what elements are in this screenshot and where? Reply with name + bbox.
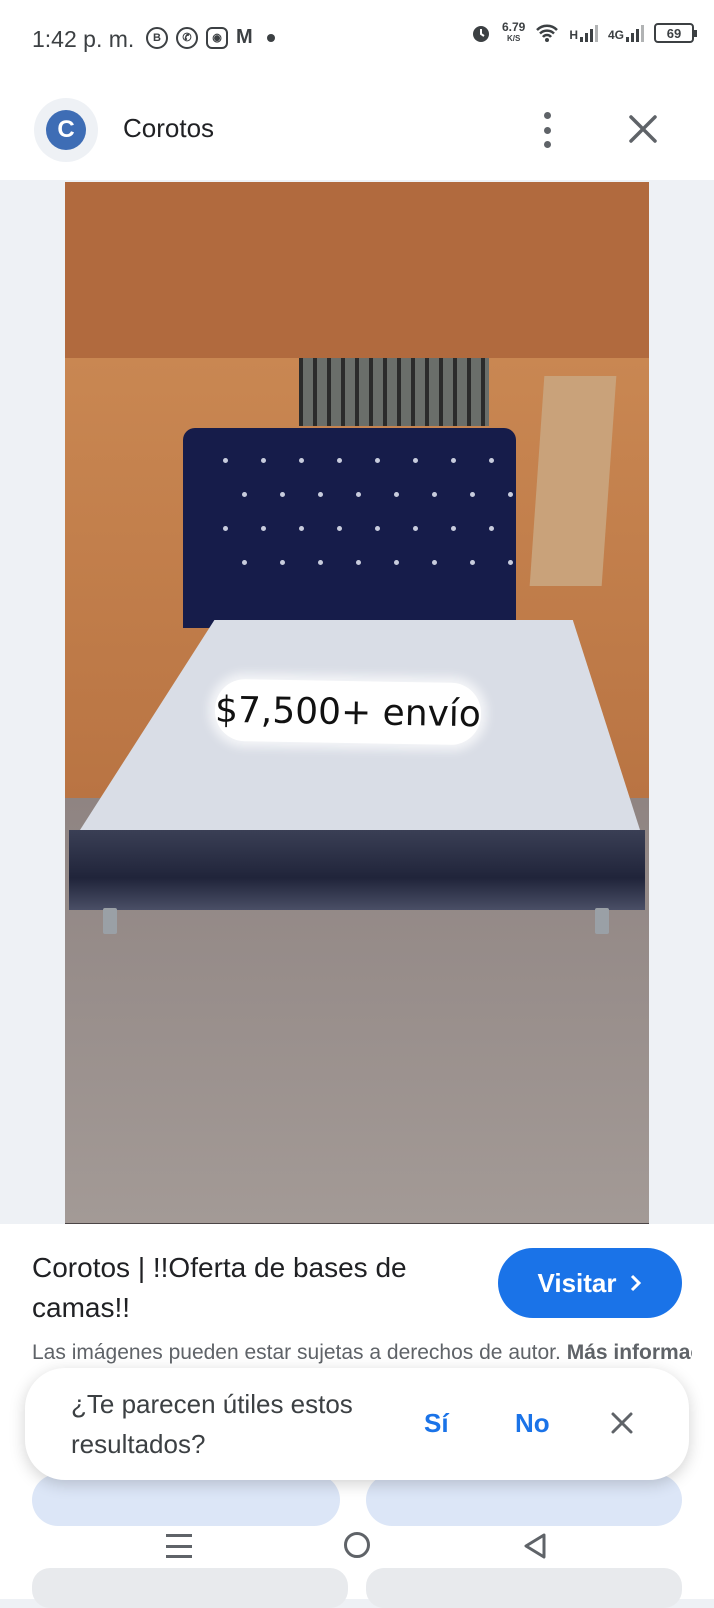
headboard-tuft <box>375 458 380 463</box>
recent-apps-icon[interactable] <box>166 1534 192 1558</box>
more-info-link[interactable]: Más información <box>567 1341 692 1364</box>
headboard-tuft <box>356 560 361 565</box>
result-title[interactable]: Corotos | !!Oferta de bases de camas!! <box>32 1248 452 1328</box>
chevron-right-icon <box>630 1274 641 1292</box>
headboard-tuft <box>489 458 494 463</box>
headboard-tuft <box>470 492 475 497</box>
home-icon[interactable] <box>344 1532 370 1558</box>
feedback-prompt: ¿Te parecen útiles estos resultados? Sí … <box>25 1368 689 1480</box>
b-app-icon: B <box>146 26 168 49</box>
headboard-tuft <box>508 492 513 497</box>
related-chip[interactable] <box>32 1474 340 1526</box>
headboard-tuft <box>280 560 285 565</box>
headboard-tuft <box>413 458 418 463</box>
headboard-tuft <box>261 458 266 463</box>
whatsapp-icon: ✆ <box>176 26 198 49</box>
more-notifications-dot-icon <box>266 33 275 42</box>
headboard-tuft <box>299 458 304 463</box>
system-icons: 6.79 K/S H 4G 69 <box>470 20 697 44</box>
signal-2: 4G <box>608 24 644 42</box>
feedback-question: ¿Te parecen útiles estos resultados? <box>71 1389 353 1459</box>
headboard-tuft <box>242 560 247 565</box>
instagram-icon: ◉ <box>206 26 228 49</box>
headboard-tuft <box>432 560 437 565</box>
headboard-tuft <box>489 526 494 531</box>
headboard <box>183 428 516 628</box>
battery-icon: 69 <box>654 23 697 43</box>
headboard-tuft <box>394 560 399 565</box>
headboard-tuft <box>451 458 456 463</box>
headboard-tuft <box>470 560 475 565</box>
alarm-icon <box>472 26 489 42</box>
image-top-band <box>65 182 649 358</box>
visit-button[interactable]: Visitar <box>498 1248 682 1318</box>
signal-1: H <box>569 24 598 42</box>
headboard-tuft <box>280 492 285 497</box>
feedback-yes-button[interactable]: Sí <box>424 1408 449 1439</box>
signal-bars-icon <box>626 24 644 42</box>
related-chip[interactable] <box>366 1474 682 1526</box>
headboard-tuft <box>223 458 228 463</box>
feedback-no-button[interactable]: No <box>515 1408 550 1439</box>
headboard-tuft <box>375 526 380 531</box>
net-speed: 6.79 K/S <box>501 20 526 43</box>
signal-bars-icon <box>579 24 598 42</box>
headboard-tuft <box>451 526 456 531</box>
headboard-tuft <box>242 492 247 497</box>
site-logo-letter: C <box>46 110 86 150</box>
headboard-tuft <box>261 526 266 531</box>
status-time: 1:42 p. m. <box>32 26 135 52</box>
price-overlay: $7,500+ envío <box>214 678 482 746</box>
visit-button-label: Visitar <box>537 1267 617 1298</box>
headboard-tuft <box>394 492 399 497</box>
status-bar: 1:42 p. m. B ✆ ◉ M 6.79 K/S H 4G 69 <box>0 0 714 80</box>
headboard-tuft <box>299 526 304 531</box>
headboard-tuft <box>356 492 361 497</box>
headboard-tuft <box>508 560 513 565</box>
close-icon[interactable] <box>626 112 660 146</box>
headboard-tuft <box>318 492 323 497</box>
more-options-icon[interactable] <box>535 110 559 150</box>
site-favicon[interactable]: C <box>34 98 98 162</box>
headboard-tuft <box>413 526 418 531</box>
notification-icons: B ✆ ◉ M <box>146 26 275 49</box>
headboard-tuft <box>337 458 342 463</box>
viewer-header: C Corotos <box>0 80 714 180</box>
gmail-icon: M <box>236 26 253 48</box>
headboard-tuft <box>432 492 437 497</box>
headboard-tuft <box>223 526 228 531</box>
system-nav-bar <box>0 1520 714 1599</box>
headboard-tuft <box>337 526 342 531</box>
headboard-tuft <box>318 560 323 565</box>
wifi-icon <box>536 24 559 42</box>
site-name[interactable]: Corotos <box>123 113 214 144</box>
bed-photo: $7,500+ envío <box>65 358 649 1223</box>
close-icon[interactable] <box>609 1410 635 1436</box>
result-image[interactable]: $7,500+ envío <box>65 182 649 1224</box>
back-icon[interactable] <box>522 1532 548 1560</box>
